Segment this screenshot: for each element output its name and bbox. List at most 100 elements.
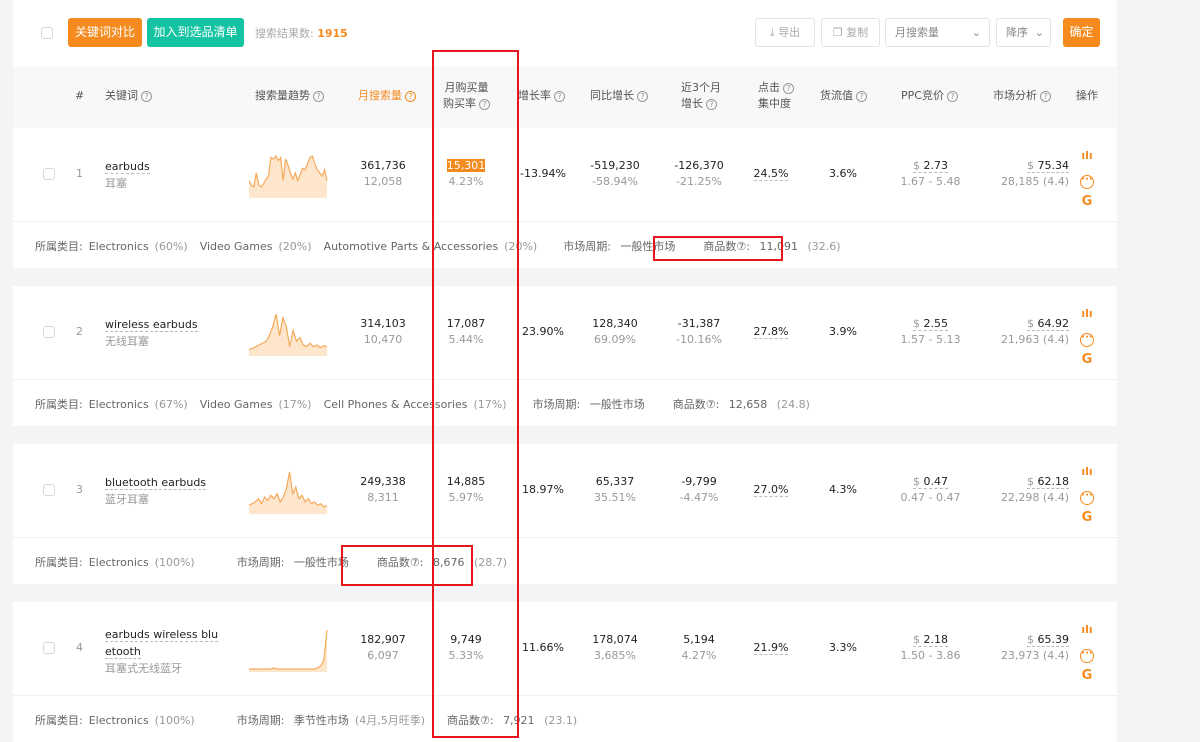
table-row: 1 earbuds 耳塞 361,736 12,058 15,301 4.23% -… — [13, 128, 1117, 268]
sort-order-select[interactable]: 降序 ⌄ — [996, 18, 1051, 47]
avg-price-value[interactable]: 65.39 — [1038, 633, 1070, 646]
sort-field-select[interactable]: 月搜索量 ⌄ — [885, 18, 990, 47]
trend-sparkline[interactable] — [248, 626, 328, 672]
help-icon[interactable]: ? — [554, 90, 565, 102]
flow-value: 3.3% — [829, 641, 857, 654]
reviews-rating: 22,298 (4.4) — [1000, 491, 1069, 504]
header-flow[interactable]: 货流值? — [820, 88, 867, 104]
trend-sparkline[interactable] — [248, 468, 328, 514]
category-item[interactable]: Electronics (60%) — [89, 240, 194, 253]
bar-chart-icon[interactable]: ılı — [1079, 618, 1095, 641]
header-monthly-search[interactable]: 月搜索量? — [358, 88, 416, 104]
ops-cell: ılı ··· G — [1079, 144, 1095, 213]
row-checkbox[interactable] — [43, 168, 55, 180]
help-icon[interactable]: ? — [1040, 90, 1051, 102]
keyword-link[interactable]: earbuds wireless blu — [105, 628, 219, 642]
header-market[interactable]: 市场分析? — [993, 88, 1051, 104]
google-icon[interactable]: G — [1079, 190, 1095, 213]
add-to-list-button[interactable]: 加入到选品清单 — [147, 18, 244, 47]
help-icon[interactable]: ? — [783, 82, 794, 94]
result-label: 搜索结果数: — [255, 27, 318, 40]
ppc-cell: $ 0.47 0.47 - 0.47 — [893, 474, 968, 506]
dollar-sign: $ — [913, 633, 924, 646]
recent-3m-value: 5,194 — [683, 633, 715, 646]
avg-price-value[interactable]: 64.92 — [1038, 317, 1070, 330]
header-ppc[interactable]: PPC竞价? — [901, 88, 958, 104]
export-button[interactable]: ⤓ 导出 — [755, 18, 815, 47]
header-recent-3m[interactable]: 近3个月 增长? — [681, 80, 721, 112]
monthly-search-cell: 182,907 6,097 — [348, 632, 418, 664]
row-checkbox[interactable] — [43, 642, 55, 654]
more-icon[interactable]: ··· — [1079, 325, 1095, 348]
trend-sparkline[interactable] — [248, 310, 328, 356]
google-icon[interactable]: G — [1079, 664, 1095, 687]
ppc-value[interactable]: 2.18 — [924, 633, 949, 646]
table-row: 4 earbuds wireless blu etooth 耳塞式无线蓝牙 18… — [13, 602, 1117, 742]
keyword-compare-button[interactable]: 关键词对比 — [68, 18, 142, 47]
more-icon[interactable]: ··· — [1079, 483, 1095, 506]
click-concentration-value[interactable]: 21.9% — [753, 641, 789, 655]
header-num: # — [75, 89, 85, 102]
avg-price-value[interactable]: 62.18 — [1038, 475, 1070, 488]
keyword-translation: 蓝牙耳塞 — [105, 493, 149, 506]
yoy-value: -519,230 — [590, 159, 640, 172]
click-concentration-value[interactable]: 27.0% — [753, 483, 789, 497]
copy-button[interactable]: ❐ 复制 — [821, 18, 880, 47]
category-item[interactable]: Video Games (17%) — [200, 398, 318, 411]
keyword-link[interactable]: wireless earbuds — [105, 318, 198, 332]
confirm-button[interactable]: 确定 — [1063, 18, 1100, 47]
keyword-link[interactable]: earbuds — [105, 160, 150, 174]
bar-chart-icon[interactable]: ılı — [1079, 460, 1095, 483]
dollar-sign: $ — [913, 317, 924, 330]
recent-3m-value: -126,370 — [674, 159, 724, 172]
trend-sparkline[interactable] — [248, 152, 328, 198]
ppc-value[interactable]: 0.47 — [924, 475, 949, 488]
row-checkbox[interactable] — [43, 326, 55, 338]
header-click[interactable]: 点击? 集中度 — [758, 80, 794, 112]
recent-3m-cell: -31,387 -10.16% — [667, 316, 731, 348]
bar-chart-icon[interactable]: ılı — [1079, 302, 1095, 325]
help-icon[interactable]: ? — [141, 90, 152, 102]
help-icon[interactable]: ? — [637, 90, 648, 102]
click-concentration-value[interactable]: 27.8% — [753, 325, 789, 339]
click-concentration-value[interactable]: 24.5% — [753, 167, 789, 181]
avg-price-value[interactable]: 75.34 — [1038, 159, 1070, 172]
ppc-value[interactable]: 2.55 — [924, 317, 949, 330]
sparkline-area — [249, 630, 327, 672]
dollar-sign: $ — [1027, 159, 1038, 172]
header-keyword[interactable]: 关键词? — [105, 88, 152, 104]
header-growth[interactable]: 增长率? — [518, 88, 565, 104]
keyword-link[interactable]: etooth — [105, 645, 141, 659]
header-label: 增长率 — [518, 89, 551, 102]
yoy-percent: -58.94% — [592, 175, 638, 188]
row-checkbox[interactable] — [43, 484, 55, 496]
ppc-value[interactable]: 2.73 — [924, 159, 949, 172]
category-item[interactable]: Electronics (100%) — [89, 714, 201, 727]
header-trend: 搜索量趋势? — [255, 88, 324, 104]
dollar-sign: $ — [1027, 317, 1038, 330]
select-all-checkbox[interactable] — [41, 27, 53, 39]
annotation-box — [653, 236, 783, 261]
annotation-box — [432, 50, 519, 738]
category-item[interactable]: Video Games (20%) — [200, 240, 318, 253]
yoy-percent: 35.51% — [594, 491, 636, 504]
more-icon[interactable]: ··· — [1079, 641, 1095, 664]
help-icon[interactable]: ? — [856, 90, 867, 102]
keyword-cell: bluetooth earbuds 蓝牙耳塞 — [105, 474, 207, 508]
help-icon[interactable]: ? — [946, 90, 958, 102]
header-label: 集中度 — [758, 97, 791, 110]
google-icon[interactable]: G — [1079, 506, 1095, 529]
google-icon[interactable]: G — [1079, 348, 1095, 371]
category-item[interactable]: Electronics (100%) — [89, 556, 201, 569]
more-icon[interactable]: ··· — [1079, 167, 1095, 190]
help-icon[interactable]: ? — [313, 90, 324, 102]
market-cell: $ 64.92 21,963 (4.4) — [985, 316, 1069, 348]
header-label: 货流值 — [820, 89, 853, 102]
dollar-sign: $ — [1027, 475, 1038, 488]
keyword-link[interactable]: bluetooth earbuds — [105, 476, 207, 490]
help-icon[interactable]: ? — [405, 90, 416, 102]
header-yoy[interactable]: 同比增长? — [590, 88, 648, 104]
help-icon[interactable]: ? — [706, 98, 717, 110]
category-item[interactable]: Electronics (67%) — [89, 398, 194, 411]
bar-chart-icon[interactable]: ılı — [1079, 144, 1095, 167]
